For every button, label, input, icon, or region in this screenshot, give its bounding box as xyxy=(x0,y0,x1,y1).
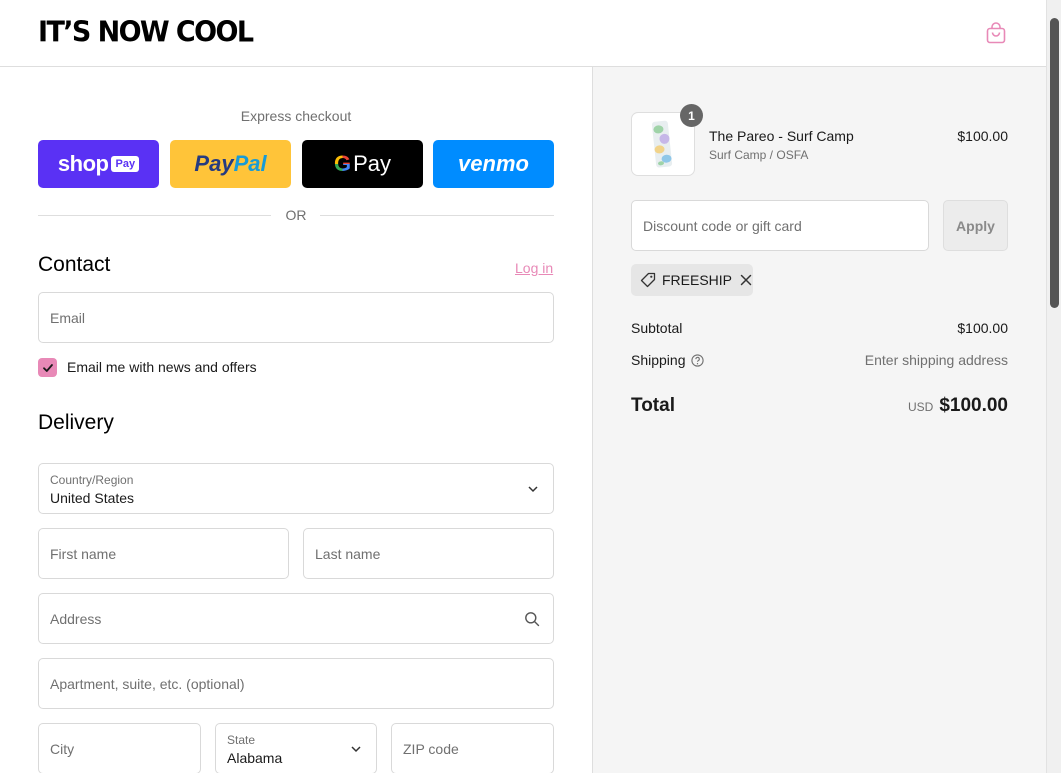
search-icon xyxy=(525,612,540,627)
zip-placeholder: ZIP code xyxy=(403,741,459,757)
apply-button[interactable]: Apply xyxy=(943,200,1008,251)
site-header: IT’S NOW COOL xyxy=(0,0,1046,67)
address-placeholder: Address xyxy=(50,611,102,627)
quantity-badge: 1 xyxy=(680,104,703,127)
shipping-label: Shipping xyxy=(631,352,686,368)
country-value: United States xyxy=(50,490,135,506)
tag-icon xyxy=(640,272,656,288)
total-row: Total USD $100.00 xyxy=(631,395,1008,421)
discount-code-field[interactable]: Discount code or gift card xyxy=(631,200,929,251)
first-name-field[interactable]: First name xyxy=(38,528,289,579)
delivery-heading: Delivery xyxy=(38,411,114,434)
contact-heading: Contact xyxy=(38,253,111,276)
applied-discount-tag: FREESHIP xyxy=(631,264,753,296)
paypal-word-1: Pay xyxy=(194,151,234,176)
store-logo[interactable]: IT’S NOW COOL xyxy=(38,16,254,49)
address-field[interactable]: Address xyxy=(38,593,554,644)
discount-placeholder: Discount code or gift card xyxy=(643,218,802,234)
checkout-form-column: Express checkout shop Pay Pay Pal G Pay ve… xyxy=(0,67,592,773)
last-name-field[interactable]: Last name xyxy=(303,528,554,579)
apartment-field[interactable]: Apartment, suite, etc. (optional) xyxy=(38,658,554,709)
country-select[interactable]: Country/Region United States xyxy=(38,463,554,514)
paypal-button[interactable]: Pay Pal xyxy=(170,140,291,188)
total-currency: USD xyxy=(907,400,934,414)
product-price: $100.00 xyxy=(957,128,1008,144)
venmo-button[interactable]: venmo xyxy=(433,140,554,188)
shop-pay-button[interactable]: shop Pay xyxy=(38,140,159,188)
newsletter-label[interactable]: Email me with news and offers xyxy=(67,359,257,375)
apartment-placeholder: Apartment, suite, etc. (optional) xyxy=(50,676,245,692)
google-pay-word: Pay xyxy=(353,151,392,176)
product-variant: Surf Camp / OSFA xyxy=(709,148,809,162)
city-field[interactable]: City xyxy=(38,723,201,773)
order-summary-column: 1 The Pareo - Surf Camp Surf Camp / OSFA… xyxy=(592,67,1046,773)
shopping-bag-icon[interactable] xyxy=(985,22,1007,44)
subtotal-label: Subtotal xyxy=(631,320,683,336)
shipping-label-group: Shipping xyxy=(631,352,704,368)
checkmark-icon xyxy=(42,363,53,372)
total-label: Total xyxy=(631,395,675,416)
subtotal-value: $100.00 xyxy=(957,320,1008,336)
google-pay-button[interactable]: G Pay xyxy=(302,140,423,188)
log-in-link[interactable]: Log in xyxy=(515,260,553,276)
or-divider: OR xyxy=(38,207,554,223)
product-name: The Pareo - Surf Camp xyxy=(709,128,854,144)
state-select[interactable]: State Alabama xyxy=(215,723,377,773)
discount-code-text: FREESHIP xyxy=(662,272,733,288)
chevron-down-icon xyxy=(351,746,361,753)
page-scrollbar[interactable] xyxy=(1046,0,1061,773)
city-placeholder: City xyxy=(50,741,75,757)
country-label: Country/Region xyxy=(50,473,134,487)
remove-discount-icon[interactable] xyxy=(740,274,752,286)
email-field[interactable]: Email xyxy=(38,292,554,343)
state-label: State xyxy=(227,733,256,747)
shop-pay-word: shop xyxy=(57,151,109,176)
divider-line-right xyxy=(320,215,554,216)
last-name-placeholder: Last name xyxy=(315,546,381,562)
state-value: Alabama xyxy=(227,750,283,766)
chevron-down-icon xyxy=(528,486,538,493)
total-value-group: USD $100.00 xyxy=(908,395,1008,417)
shipping-value: Enter shipping address xyxy=(864,352,1008,368)
express-checkout-title: Express checkout xyxy=(240,108,352,124)
email-placeholder: Email xyxy=(50,310,86,326)
scrollbar-thumb[interactable] xyxy=(1050,18,1059,308)
zip-field[interactable]: ZIP code xyxy=(391,723,554,773)
shop-pay-badge: Pay xyxy=(111,156,140,172)
newsletter-checkbox[interactable] xyxy=(38,358,57,377)
google-g-icon: G xyxy=(333,151,352,176)
help-icon[interactable] xyxy=(690,354,704,367)
first-name-placeholder: First name xyxy=(50,546,117,562)
paypal-word-2: Pal xyxy=(233,151,267,176)
total-value: $100.00 xyxy=(939,395,1008,416)
